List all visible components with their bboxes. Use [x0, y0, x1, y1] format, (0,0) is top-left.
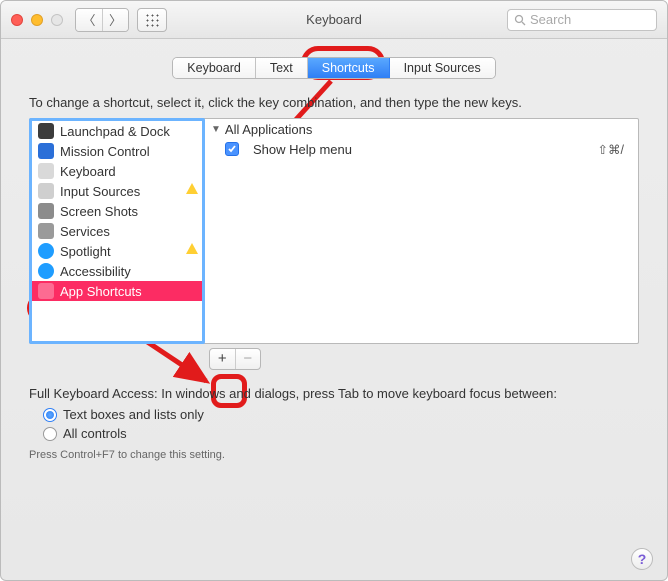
category-label: Input Sources: [60, 184, 140, 199]
category-item-screen-shots[interactable]: Screen Shots: [32, 201, 202, 221]
category-label: Spotlight: [60, 244, 111, 259]
category-label: Screen Shots: [60, 204, 138, 219]
tab-input-sources[interactable]: Input Sources: [390, 58, 495, 78]
category-item-mission-control[interactable]: Mission Control: [32, 141, 202, 161]
disclosure-triangle-icon[interactable]: ▼: [211, 124, 221, 135]
shortcut-row[interactable]: Show Help menu⇧⌘/: [205, 139, 638, 159]
category-item-app-shortcuts[interactable]: App Shortcuts: [32, 281, 202, 301]
group-row[interactable]: ▼ All Applications: [205, 119, 638, 139]
preferences-window: 〈 〉 Keyboard Search KeyboardTextShortcut…: [0, 0, 668, 581]
titlebar: 〈 〉 Keyboard Search: [1, 1, 667, 39]
category-label: Accessibility: [60, 264, 131, 279]
category-label: Mission Control: [60, 144, 150, 159]
tab-bar: KeyboardTextShortcutsInput Sources: [29, 57, 639, 79]
search-field[interactable]: Search: [507, 9, 657, 31]
category-item-launchpad[interactable]: Launchpad & Dock: [32, 121, 202, 141]
tab-text[interactable]: Text: [256, 58, 308, 78]
close-button[interactable]: [11, 14, 23, 26]
shortcuts-panels: Launchpad & Dock Mission Control Keyboard I…: [29, 118, 639, 344]
instruction-text: To change a shortcut, select it, click t…: [29, 95, 639, 110]
forward-button[interactable]: 〉: [102, 9, 128, 31]
category-item-services[interactable]: Services: [32, 221, 202, 241]
category-item-input-sources[interactable]: Input Sources: [32, 181, 202, 201]
warning-icon: [186, 243, 198, 254]
shortcut-keys[interactable]: ⇧⌘/: [598, 142, 632, 157]
tab-shortcuts[interactable]: Shortcuts: [308, 58, 390, 78]
add-shortcut-button[interactable]: +: [210, 349, 235, 369]
category-item-accessibility[interactable]: Accessibility: [32, 261, 202, 281]
category-label: Keyboard: [60, 164, 116, 179]
radio-button-icon: [43, 408, 57, 422]
input-sources-icon: [38, 183, 54, 199]
category-panel[interactable]: Launchpad & Dock Mission Control Keyboard I…: [29, 118, 205, 344]
radio-button-icon: [43, 427, 57, 441]
help-button[interactable]: ?: [631, 548, 653, 570]
search-placeholder: Search: [530, 12, 571, 27]
shortcut-checkbox[interactable]: [225, 142, 239, 156]
grid-icon: [145, 13, 159, 27]
category-label: Services: [60, 224, 110, 239]
keyboard-icon: [38, 163, 54, 179]
radio-label: Text boxes and lists only: [63, 407, 204, 422]
shortcut-name: Show Help menu: [253, 142, 598, 157]
add-remove-segment: + −: [209, 348, 261, 370]
app-shortcuts-icon: [38, 283, 54, 299]
mission-control-icon: [38, 143, 54, 159]
category-item-keyboard[interactable]: Keyboard: [32, 161, 202, 181]
hint-text: Press Control+F7 to change this setting.: [29, 449, 639, 461]
minimize-button[interactable]: [31, 14, 43, 26]
radio-all-controls[interactable]: All controls: [43, 424, 639, 443]
remove-shortcut-button[interactable]: −: [235, 349, 261, 369]
accessibility-icon: [38, 263, 54, 279]
launchpad-icon: [38, 123, 54, 139]
category-label: App Shortcuts: [60, 284, 142, 299]
warning-icon: [186, 183, 198, 194]
category-label: Launchpad & Dock: [60, 124, 170, 139]
services-icon: [38, 223, 54, 239]
screen-shots-icon: [38, 203, 54, 219]
radio-label: All controls: [63, 426, 127, 441]
category-item-spotlight[interactable]: Spotlight: [32, 241, 202, 261]
zoom-button[interactable]: [51, 14, 63, 26]
show-all-button[interactable]: [137, 8, 167, 32]
search-icon: [514, 14, 526, 26]
group-label: All Applications: [225, 122, 312, 137]
traffic-lights: [11, 14, 63, 26]
full-keyboard-access-label: Full Keyboard Access: In windows and dia…: [29, 386, 639, 401]
radio-text-boxes-and-lists-only[interactable]: Text boxes and lists only: [43, 405, 639, 424]
spotlight-icon: [38, 243, 54, 259]
nav-back-forward: 〈 〉: [75, 8, 129, 32]
detail-panel[interactable]: ▼ All Applications Show Help menu⇧⌘/: [205, 119, 638, 343]
tab-keyboard[interactable]: Keyboard: [173, 58, 256, 78]
content-area: KeyboardTextShortcutsInput Sources To ch…: [1, 39, 667, 471]
back-button[interactable]: 〈: [76, 9, 102, 31]
